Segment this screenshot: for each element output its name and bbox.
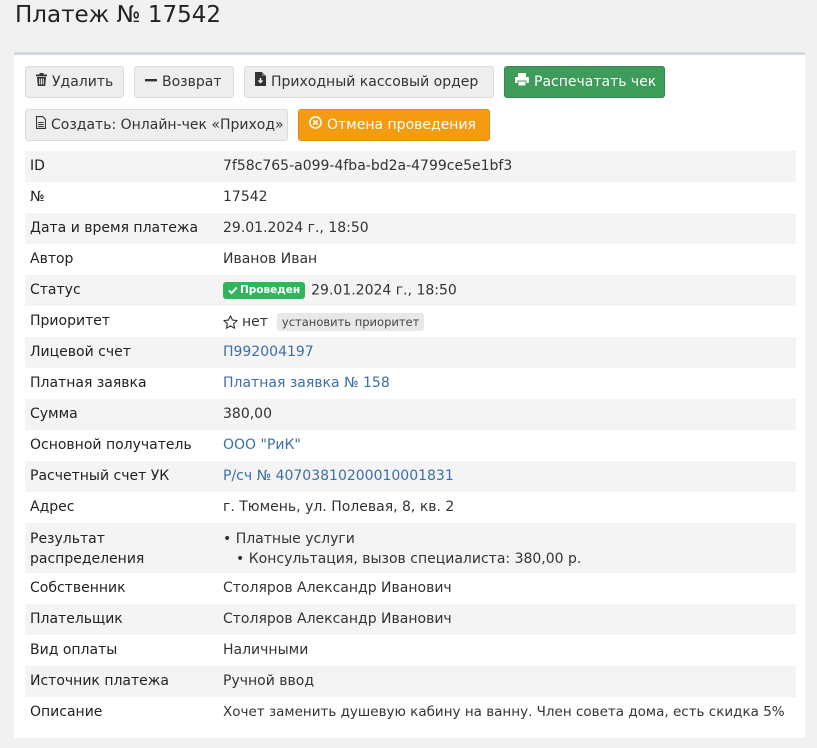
print-receipt-button-label: Распечатать чек [534,74,657,90]
detail-row-recipient: Основной получатель ООО "РиК" [25,430,796,461]
detail-row-bank-account: Расчетный счет УК Р/сч № 407038102000100… [25,461,796,492]
status-badge: Проведен [223,282,306,299]
cash-order-button[interactable]: Приходный кассовый ордер [244,66,494,98]
detail-value: Наличными [223,642,309,658]
detail-row-priority: Приоритет нет установить приоритет [25,306,796,337]
cancel-posting-label: Отмена проведения [327,117,476,133]
detail-value: 17542 [223,189,268,205]
distribution-subitem: • Консультация, вызов специалиста: 380,0… [236,551,582,567]
create-online-receipt-button[interactable]: Создать: Онлайн-чек «Приход» [25,109,288,141]
detail-value-status: Проведен 29.01.2024 г., 18:50 [223,282,788,300]
detail-row-amount: Сумма 380,00 [25,399,796,430]
detail-row-author: Автор Иванов Иван [25,244,796,275]
payment-card: Удалить Возврат Приходный кассовый ордер… [14,52,805,738]
distribution-item: • Платные услуги [223,531,355,547]
cancel-circle-icon [309,109,322,141]
detail-row-address: Адрес г. Тюмень, ул. Полевая, 8, кв. 2 [25,492,796,523]
detail-label: Описание [30,704,103,720]
refund-button-label: Возврат [162,74,222,90]
detail-value: 7f58c765-a099-4fba-bd2a-4799ce5e1bf3 [223,158,513,174]
detail-value: Столяров Александр Иванович [223,580,452,596]
create-online-receipt-label: Создать: Онлайн-чек «Приход» [51,117,284,133]
account-link[interactable]: П992004197 [223,344,314,360]
detail-row-id: ID 7f58c765-a099-4fba-bd2a-4799ce5e1bf3 [25,151,796,182]
cancel-posting-button[interactable]: Отмена проведения [298,109,490,141]
status-date: 29.01.2024 г., 18:50 [311,282,457,299]
detail-row-account: Лицевой счет П992004197 [25,337,796,368]
print-receipt-button[interactable]: Распечатать чек [504,66,665,98]
bank-account-link[interactable]: Р/сч № 40703810200010001831 [223,468,454,484]
detail-value: Платная заявка № 158 [223,375,788,392]
detail-label: ID [30,158,45,174]
cash-order-button-label: Приходный кассовый ордер [271,74,479,90]
detail-value: г. Тюмень, ул. Полевая, 8, кв. 2 [223,499,455,515]
distribution-label-line1: Результат [30,531,105,547]
detail-label: Расчетный счет УК [30,468,170,484]
detail-label: Плательщик [30,611,123,627]
delete-button[interactable]: Удалить [25,66,124,98]
detail-value: Хочет заменить душевую кабину на ванну. … [223,704,785,720]
detail-row-payment-type: Вид оплаты Наличными [25,635,796,666]
detail-row-description: Описание Хочет заменить душевую кабину н… [25,697,796,728]
detail-label: Вид оплаты [30,642,118,658]
detail-label: Статус [30,282,81,298]
page-title: Платеж № 17542 [15,2,222,28]
detail-label: Источник платежа [30,673,169,689]
detail-row-status: Статус Проведен 29.01.2024 г., 18:50 [25,275,796,306]
detail-label: Результат распределения [30,529,215,569]
detail-label: Сумма [30,406,78,422]
detail-row-datetime: Дата и время платежа 29.01.2024 г., 18:5… [25,213,796,244]
minus-icon [145,66,157,98]
detail-label: Собственник [30,580,126,596]
detail-value: Р/сч № 40703810200010001831 [223,468,788,485]
star-outline-icon [223,315,238,329]
detail-label: № [30,189,45,205]
priority-value: нет [242,314,268,330]
detail-label: Автор [30,251,74,267]
set-priority-button[interactable]: установить приоритет [276,313,425,331]
detail-value-priority: нет установить приоритет [223,313,788,331]
detail-value: 380,00 [223,406,272,422]
detail-value: Иванов Иван [223,251,318,267]
refund-button[interactable]: Возврат [134,66,234,98]
detail-value: П992004197 [223,344,788,361]
detail-label: Дата и время платежа [30,220,199,236]
delete-button-label: Удалить [52,74,114,90]
detail-label: Основной получатель [30,437,192,453]
distribution-label-line2: распределения [30,551,145,567]
print-icon [515,66,529,98]
detail-row-source: Источник платежа Ручной ввод [25,666,796,697]
detail-label: Приоритет [30,313,110,329]
detail-value: 29.01.2024 г., 18:50 [223,220,369,236]
detail-label: Адрес [30,499,75,515]
detail-label: Платная заявка [30,375,147,391]
check-icon [228,286,238,295]
file-text-icon [35,109,47,141]
detail-value: • Платные услуги • Консультация, вызов с… [223,529,788,569]
detail-value: ООО "РиК" [223,437,788,454]
recipient-link[interactable]: ООО "РиК" [223,437,301,453]
payment-details-table: ID 7f58c765-a099-4fba-bd2a-4799ce5e1bf3 … [25,151,796,728]
status-badge-label: Проведен [240,284,301,296]
file-download-icon [255,66,266,98]
detail-value: Столяров Александр Иванович [223,611,452,627]
detail-row-number: № 17542 [25,182,796,213]
detail-row-paid-request: Платная заявка Платная заявка № 158 [25,368,796,399]
detail-row-owner: Собственник Столяров Александр Иванович [25,573,796,604]
trash-icon [36,66,47,98]
detail-value: Ручной ввод [223,673,315,689]
detail-row-payer: Плательщик Столяров Александр Иванович [25,604,796,635]
detail-label: Лицевой счет [30,344,131,360]
paid-request-link[interactable]: Платная заявка № 158 [223,375,390,391]
detail-row-distribution: Результат распределения • Платные услуги… [25,523,796,573]
